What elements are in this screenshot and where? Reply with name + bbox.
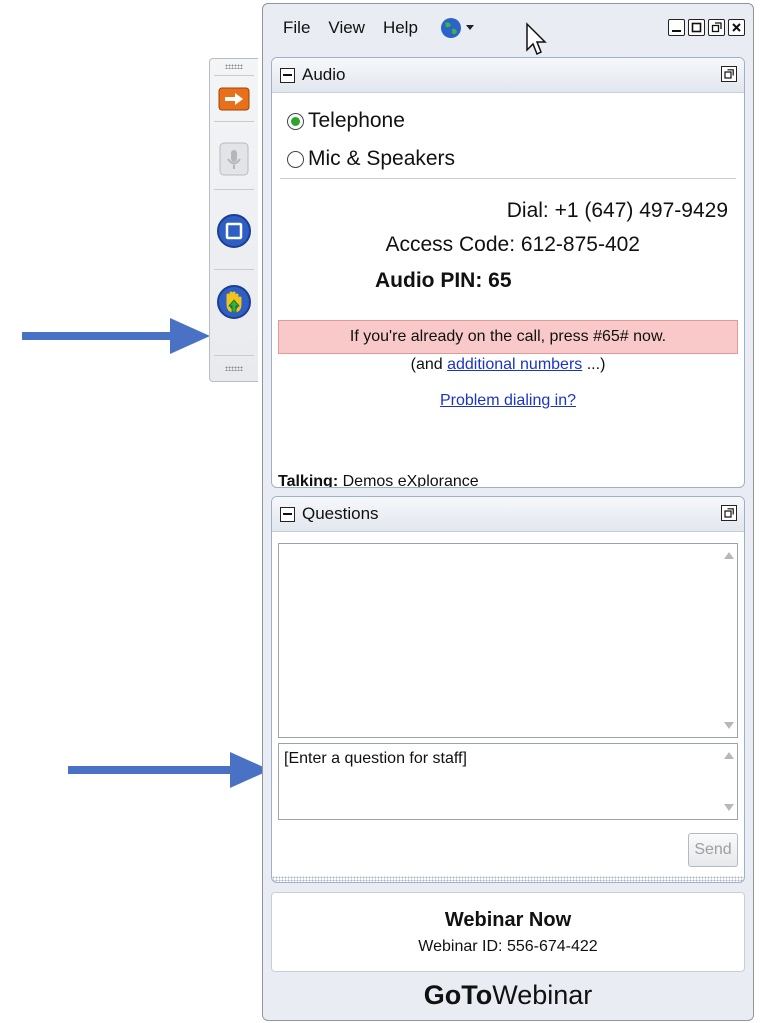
- audio-collapse-button[interactable]: [280, 67, 295, 83]
- raise-hand-icon: [217, 285, 251, 319]
- audio-panel-title: Audio: [302, 65, 346, 84]
- mic-speakers-label: Mic & Speakers: [308, 147, 456, 170]
- telephone-label: Telephone: [308, 109, 405, 132]
- microphone-button[interactable]: [216, 141, 252, 177]
- telephone-option[interactable]: Telephone: [287, 109, 405, 133]
- question-input-placeholder: [Enter a question for staff]: [284, 750, 467, 767]
- audio-popout-button[interactable]: [721, 66, 737, 82]
- additional-suffix: ...): [582, 356, 606, 373]
- annotation-arrow-question-input: [68, 752, 270, 788]
- additional-prefix: (and: [410, 356, 448, 373]
- webinar-title: Webinar Now: [444, 909, 572, 931]
- questions-panel-header: Questions: [272, 497, 744, 532]
- brand-normal: Webinar: [492, 980, 593, 1010]
- raise-hand-button[interactable]: [216, 281, 252, 323]
- questions-log-scrollbar[interactable]: [720, 544, 737, 737]
- questions-panel-title: Questions: [302, 504, 379, 523]
- panel-resize-grip[interactable]: [272, 876, 744, 882]
- questions-collapse-button[interactable]: [280, 506, 295, 522]
- webinar-id-label: Webinar ID:: [418, 938, 503, 955]
- control-toolbar: [209, 58, 258, 382]
- dial-info: Dial: +1 (647) 497-9429: [507, 199, 728, 223]
- menu-file[interactable]: File: [283, 18, 310, 38]
- globe-icon: [440, 18, 461, 38]
- audio-divider: [280, 178, 736, 179]
- menu-view[interactable]: View: [328, 18, 365, 38]
- scroll-up-icon[interactable]: [723, 552, 734, 559]
- menu-help[interactable]: Help: [383, 18, 418, 38]
- pin-notice: If you're already on the call, press #65…: [278, 320, 738, 354]
- problem-dialing-link[interactable]: Problem dialing in?: [440, 392, 576, 409]
- access-code-label: Access Code:: [385, 233, 516, 256]
- annotation-arrow-raise-hand: [22, 318, 210, 354]
- close-button[interactable]: [728, 19, 745, 36]
- menu-bar: File View Help: [263, 4, 753, 56]
- window-controls: [668, 19, 745, 36]
- access-code-info: Access Code: 612-875-402: [385, 233, 640, 257]
- telephone-radio[interactable]: [287, 112, 304, 130]
- access-code-value: 612-875-402: [520, 233, 640, 256]
- minimize-icon: [672, 30, 681, 32]
- question-input-scrollbar[interactable]: [720, 744, 737, 819]
- language-menu[interactable]: [440, 17, 474, 39]
- audio-pin-label: Audio PIN:: [375, 269, 483, 292]
- audio-panel-header: Audio: [272, 58, 744, 93]
- additional-numbers-link[interactable]: additional numbers: [447, 356, 582, 373]
- microphone-icon: [219, 142, 249, 176]
- mouse-cursor-icon: [526, 22, 547, 56]
- show-hide-panel-button[interactable]: [216, 85, 252, 113]
- scroll-down-icon[interactable]: [723, 804, 734, 811]
- question-input[interactable]: [Enter a question for staff]: [278, 743, 738, 820]
- maximize-icon: [691, 22, 702, 33]
- chevron-down-icon: [465, 25, 474, 30]
- webinar-id-line: Webinar ID: 556-674-422: [272, 938, 744, 956]
- blue-square-icon: [217, 214, 251, 248]
- mic-speakers-radio[interactable]: [287, 150, 304, 168]
- mic-speakers-option[interactable]: Mic & Speakers: [287, 147, 455, 171]
- audio-pin-value: 65: [488, 269, 512, 292]
- webinar-info-box: Webinar Now Webinar ID: 556-674-422: [271, 892, 745, 972]
- questions-log[interactable]: [278, 543, 738, 738]
- popout-icon: [711, 22, 722, 33]
- additional-numbers-line: (and additional numbers ...): [272, 356, 744, 374]
- minimize-button[interactable]: [668, 19, 685, 36]
- audio-pin-info: Audio PIN: 65: [375, 269, 512, 293]
- gotowebinar-logo: GoToWebinar: [263, 980, 753, 1011]
- webinar-control-panel: File View Help Audio Telephone Mic & Spe…: [262, 3, 754, 1021]
- toolbar-grip-top[interactable]: [210, 59, 258, 73]
- dial-number: +1 (647) 497-9429: [554, 199, 728, 222]
- talking-label: Talking:: [278, 473, 339, 488]
- problem-dialing-line: Problem dialing in?: [272, 392, 744, 410]
- talking-status: Talking: Demos eXplorance: [278, 473, 479, 488]
- screen-button[interactable]: [216, 211, 252, 251]
- dial-label: Dial:: [506, 199, 549, 222]
- questions-panel: Questions [Enter a question for staff] S…: [271, 496, 745, 883]
- audio-panel: Audio Telephone Mic & Speakers Dial: +1 …: [271, 57, 745, 488]
- send-button[interactable]: Send: [688, 833, 738, 867]
- maximize-button[interactable]: [688, 19, 705, 36]
- scroll-up-icon[interactable]: [723, 752, 734, 759]
- scroll-down-icon[interactable]: [723, 722, 734, 729]
- orange-arrow-icon: [218, 87, 250, 111]
- talking-name: Demos eXplorance: [342, 473, 479, 488]
- toolbar-grip-bottom[interactable]: [210, 361, 258, 375]
- popout-icon: [724, 69, 734, 79]
- webinar-id-value: 556-674-422: [506, 938, 598, 955]
- popout-icon: [724, 508, 734, 518]
- popout-window-button[interactable]: [708, 19, 725, 36]
- close-icon: [732, 23, 741, 32]
- questions-popout-button[interactable]: [721, 505, 737, 521]
- brand-bold: GoTo: [423, 980, 493, 1010]
